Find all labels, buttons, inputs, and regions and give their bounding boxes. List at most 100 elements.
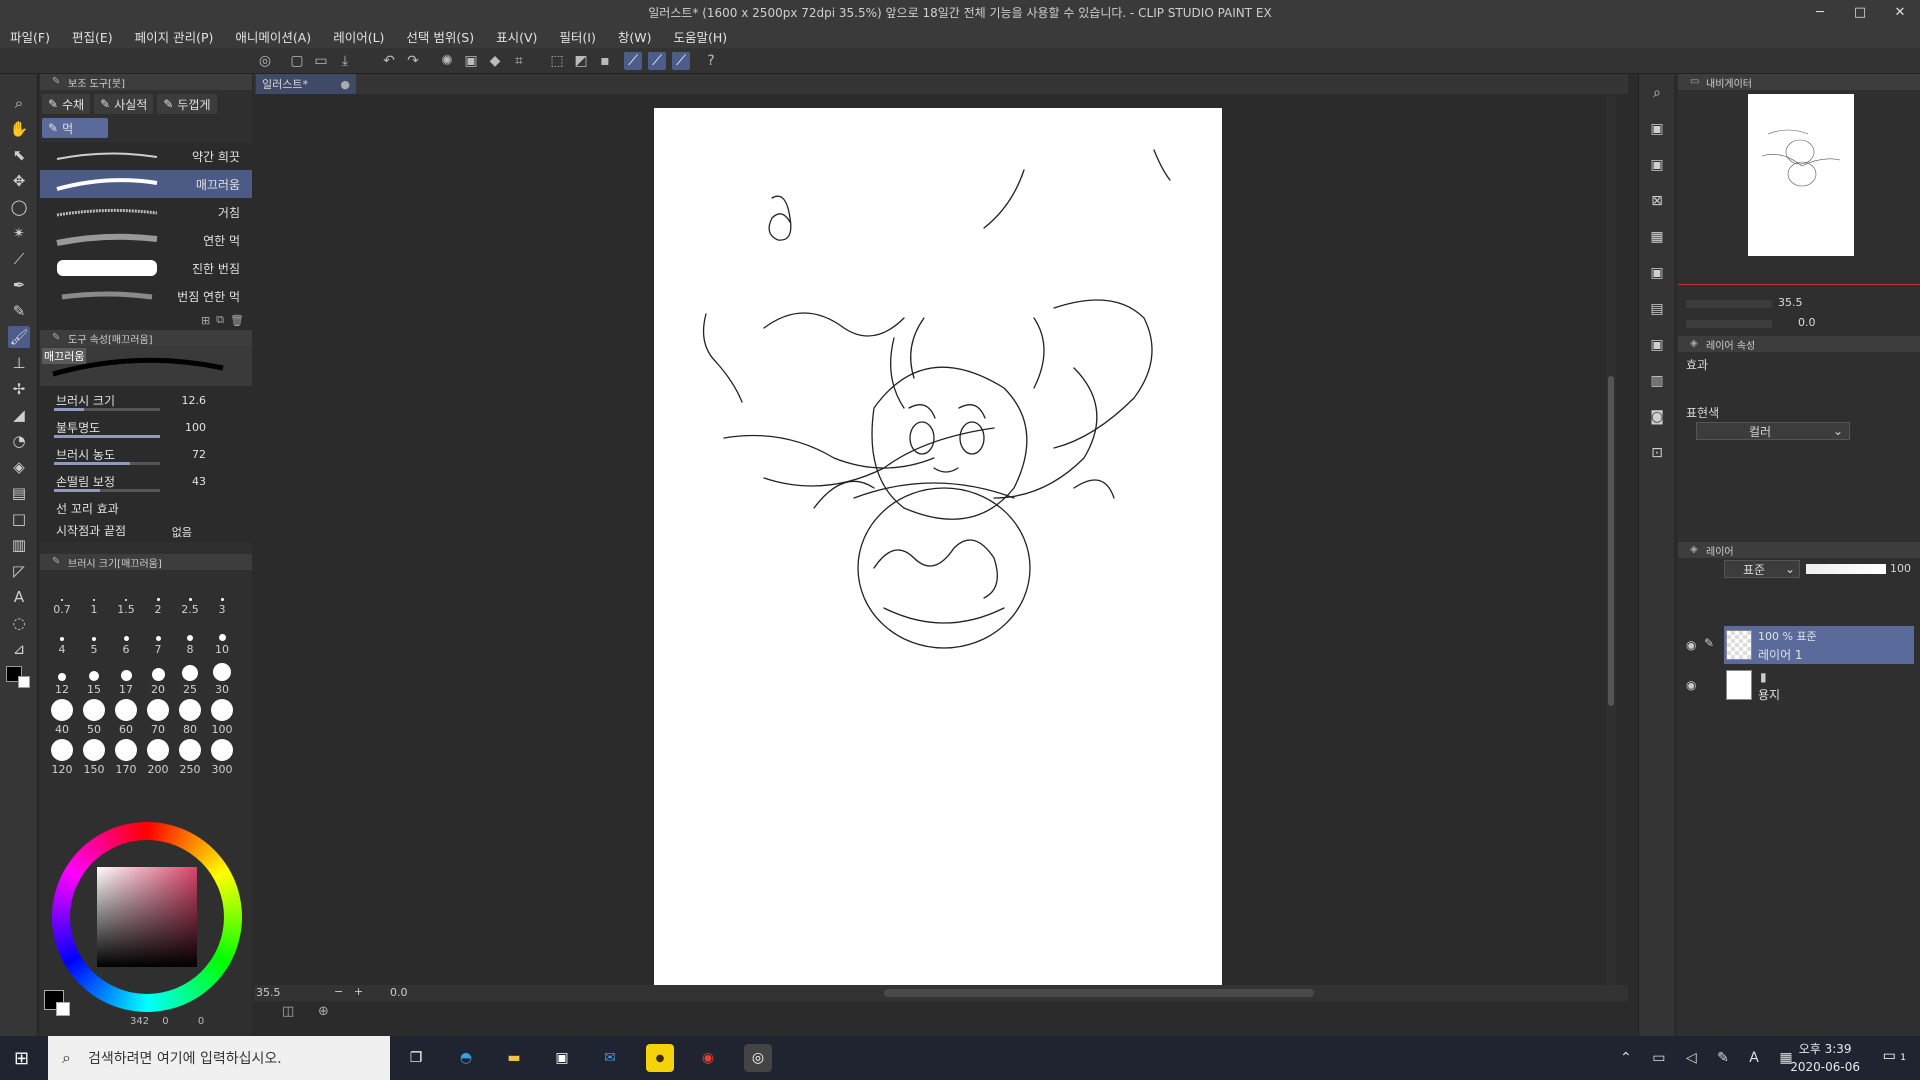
size-preset[interactable]: 200: [142, 736, 174, 776]
size-preset[interactable]: 40: [46, 696, 78, 736]
property-row-start-end[interactable]: 시작점과 끝점 없음: [40, 518, 252, 540]
size-preset[interactable]: 17: [110, 656, 142, 696]
size-preset[interactable]: 4: [46, 616, 78, 656]
size-preset[interactable]: 2.5: [174, 576, 206, 616]
material-3-icon[interactable]: ⊠: [1646, 190, 1668, 212]
layer-opacity-value[interactable]: 100: [1890, 562, 1911, 575]
material-7-icon[interactable]: ▣: [1646, 334, 1668, 356]
size-preset[interactable]: 10: [206, 616, 238, 656]
clock[interactable]: 오후 3:39 2020-06-06: [1790, 1040, 1860, 1076]
property-row-stabilization[interactable]: 손떨림 보정 43: [40, 469, 252, 496]
navigator-zoom-slider[interactable]: [1686, 300, 1772, 308]
brush-item[interactable]: 연한 먹: [40, 226, 252, 254]
save-icon[interactable]: ⤓: [336, 52, 354, 70]
expression-color-select[interactable]: 컬러 ⌄: [1696, 422, 1850, 440]
canvas-rotation-value[interactable]: 0.0: [390, 986, 408, 999]
store-icon[interactable]: ▣: [548, 1044, 576, 1072]
material-icon[interactable]: ▣: [1646, 118, 1668, 140]
sub-color-swatch[interactable]: [18, 676, 30, 688]
canvas-fit-icon[interactable]: ⊕: [318, 1004, 338, 1022]
balloon-icon[interactable]: ◌: [8, 612, 30, 634]
eye-icon[interactable]: ◉: [1686, 638, 1696, 652]
file-explorer-icon[interactable]: ▬: [500, 1044, 528, 1072]
size-preset[interactable]: 1.5: [110, 576, 142, 616]
material-4-icon[interactable]: ▦: [1646, 226, 1668, 248]
gradient-icon[interactable]: ▤: [8, 482, 30, 504]
fill-bucket-icon[interactable]: ◈: [8, 456, 30, 478]
hand-icon[interactable]: ✋: [8, 118, 30, 140]
move-layer-icon[interactable]: ✥: [8, 170, 30, 192]
search-material-icon[interactable]: ⌕: [1646, 82, 1668, 104]
blend-icon[interactable]: ◔: [8, 430, 30, 452]
frame-icon[interactable]: ▥: [8, 534, 30, 556]
size-preset[interactable]: 2: [142, 576, 174, 616]
kakaotalk-icon[interactable]: ●: [646, 1044, 674, 1072]
transform-icon[interactable]: ⌗: [510, 52, 528, 70]
size-preset[interactable]: 25: [174, 656, 206, 696]
chrome-icon[interactable]: ◉: [694, 1044, 722, 1072]
brush-item[interactable]: 약간 희끗: [40, 142, 252, 170]
zoom-icon[interactable]: ⌕: [8, 92, 30, 114]
zoom-out-icon[interactable]: −: [334, 985, 343, 998]
size-preset[interactable]: 3: [206, 576, 238, 616]
eraser-icon[interactable]: ◢: [8, 404, 30, 426]
magic-wand-icon[interactable]: ✴: [8, 222, 30, 244]
document-tab[interactable]: 일러스트* ●: [256, 74, 356, 94]
show-selection-icon[interactable]: ▪: [596, 52, 614, 70]
close-tab-icon[interactable]: ●: [340, 78, 350, 91]
size-preset[interactable]: 0.7: [46, 576, 78, 616]
navigator-thumbnail[interactable]: [1748, 94, 1854, 256]
navigator-rotation[interactable]: 0.0: [1798, 316, 1816, 329]
add-brush-icon[interactable]: ⊞: [201, 314, 210, 327]
sub-color-chip[interactable]: [56, 1002, 70, 1016]
size-preset[interactable]: 5: [78, 616, 110, 656]
size-preset[interactable]: 250: [174, 736, 206, 776]
copy-brush-icon[interactable]: ⧉: [216, 313, 224, 327]
property-value[interactable]: 12.6: [182, 394, 207, 407]
pencil-icon[interactable]: ✎: [8, 300, 30, 322]
property-slider[interactable]: [54, 435, 160, 438]
size-preset[interactable]: 12: [46, 656, 78, 696]
figure-icon[interactable]: □: [8, 508, 30, 530]
network-icon[interactable]: ▭: [1652, 1050, 1673, 1066]
task-view-icon[interactable]: ❐: [402, 1044, 430, 1072]
clip-studio-taskbar-icon[interactable]: ◎: [744, 1044, 772, 1072]
size-preset[interactable]: 100: [206, 696, 238, 736]
property-value[interactable]: 43: [192, 475, 206, 488]
property-slider[interactable]: [54, 408, 160, 411]
material-9-icon[interactable]: ◙: [1646, 406, 1668, 428]
menu-page[interactable]: 페이지 관리(P): [135, 27, 214, 46]
navigator-zoom[interactable]: 35.5: [1778, 296, 1803, 309]
size-preset[interactable]: 120: [46, 736, 78, 776]
minimize-button[interactable]: ─: [1800, 0, 1840, 24]
material-10-icon[interactable]: ⊡: [1646, 442, 1668, 464]
menu-animation[interactable]: 애니메이션(A): [235, 27, 311, 46]
brush-item[interactable]: 거침: [40, 198, 252, 226]
snap-ruler-icon[interactable]: ⟋: [624, 52, 642, 70]
menu-window[interactable]: 창(W): [618, 27, 652, 46]
lasso-icon[interactable]: ◯: [8, 196, 30, 218]
close-button[interactable]: ✕: [1880, 0, 1920, 24]
open-file-icon[interactable]: ▭: [312, 52, 330, 70]
fill-icon[interactable]: ◆: [486, 52, 504, 70]
menu-layer[interactable]: 레이어(L): [333, 27, 384, 46]
notification-icon[interactable]: ▭ 1: [1883, 1048, 1906, 1064]
windows-start-icon[interactable]: ⊞: [14, 1048, 29, 1069]
size-preset[interactable]: 50: [78, 696, 110, 736]
brush-item[interactable]: 번짐 연한 먹: [40, 282, 252, 310]
size-preset[interactable]: 30: [206, 656, 238, 696]
volume-icon[interactable]: ◁: [1686, 1050, 1705, 1066]
tab-thick-paint[interactable]: ✎ 두껍게: [157, 94, 217, 114]
layer-row[interactable]: ◉ ✎ 100 % 표준 레이어 1: [1678, 626, 1920, 664]
layout-toggle-icon[interactable]: ◫: [282, 1004, 302, 1022]
clip-studio-icon[interactable]: ◎: [256, 52, 274, 70]
eye-icon[interactable]: ◉: [1686, 678, 1696, 692]
redo-icon[interactable]: ↷: [404, 52, 422, 70]
tab-ink[interactable]: ✎ 먹: [42, 118, 108, 138]
property-row-taper[interactable]: 선 꼬리 효과: [40, 496, 252, 518]
clear-outside-icon[interactable]: ▣: [462, 52, 480, 70]
deselect-icon[interactable]: ⬚: [548, 52, 566, 70]
menu-selection[interactable]: 선택 범위(S): [406, 27, 474, 46]
size-preset[interactable]: 60: [110, 696, 142, 736]
property-value[interactable]: 100: [185, 421, 206, 434]
